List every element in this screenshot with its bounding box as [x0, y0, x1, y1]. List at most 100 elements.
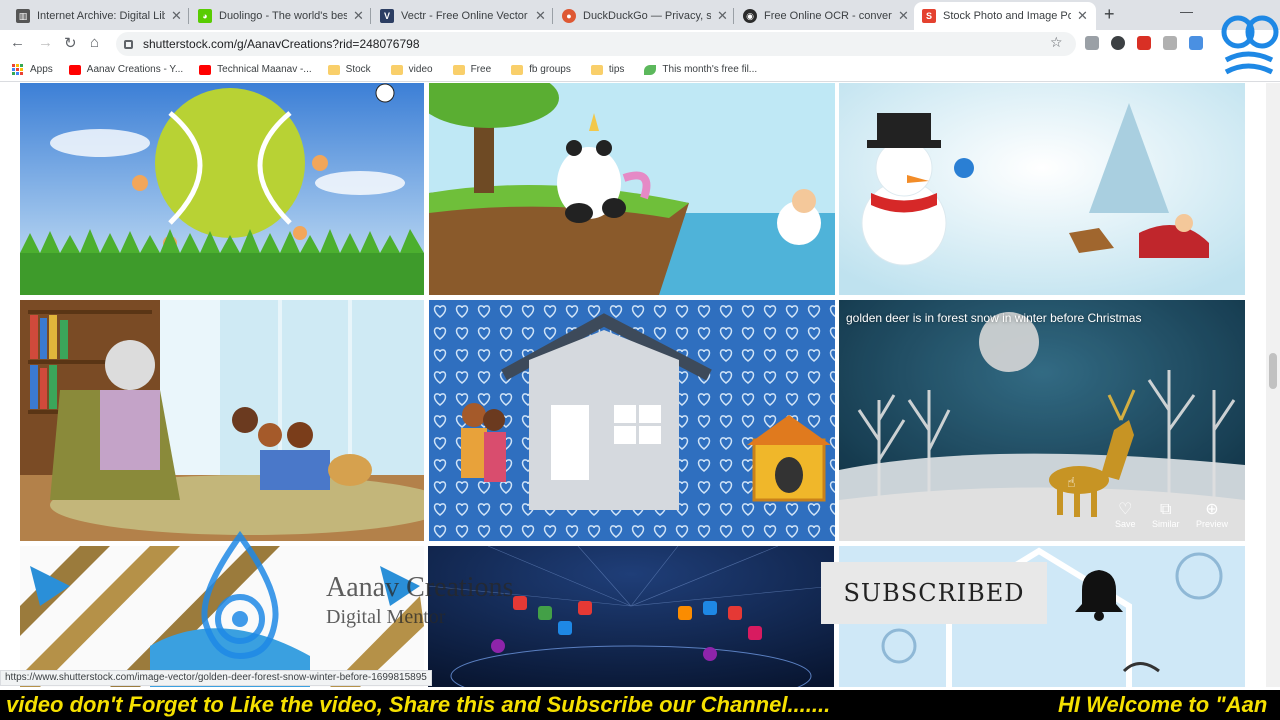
bookmark-label: Technical Maanav -...	[217, 64, 312, 75]
close-icon[interactable]: ✕	[171, 8, 182, 24]
close-icon[interactable]: ✕	[717, 8, 728, 24]
url-text: shutterstock.com/g/AanavCreations?rid=24…	[143, 37, 420, 51]
extension-icon[interactable]	[1085, 36, 1099, 50]
youtube-icon	[199, 64, 212, 75]
scrolling-ticker: video don't Forget to Like the video, Sh…	[0, 690, 1280, 720]
tab-duckduckgo[interactable]: ● DuckDuckGo — Privacy, simp ✕	[554, 2, 736, 30]
home-icon[interactable]: ⌂	[90, 34, 99, 51]
tab-title: Free Online OCR - convert PD	[764, 10, 892, 22]
heart-icon: ♡	[1118, 501, 1133, 518]
save-button[interactable]: ♡ Save	[1115, 501, 1136, 529]
bell-icon[interactable]	[1072, 566, 1126, 622]
channel-logo-icon	[1221, 15, 1279, 75]
archive-favicon-icon: ▥	[16, 9, 30, 23]
tab-internet-archive[interactable]: ▥ Internet Archive: Digital Libra ✕	[8, 2, 190, 30]
image-caption: golden deer is in forest snow in winter …	[846, 311, 1142, 325]
minimize-icon[interactable]: —	[1180, 4, 1193, 19]
grandma-family-illustration	[20, 300, 424, 541]
scrollbar-thumb[interactable]	[1269, 353, 1277, 389]
bookmark-label: Aanav Creations - Y...	[86, 64, 184, 75]
subscribed-button[interactable]: SUBSCRIBED	[821, 562, 1047, 624]
close-icon[interactable]: ✕	[1077, 8, 1088, 24]
folder-icon	[511, 64, 524, 75]
bookmark-label: This month's free fil...	[662, 64, 758, 75]
similar-label: Similar	[1152, 519, 1180, 529]
new-tab-icon[interactable]: +	[1104, 4, 1115, 25]
bookmark-item[interactable]: Stock	[327, 64, 371, 75]
save-label: Save	[1115, 519, 1136, 529]
folder-icon	[390, 64, 403, 75]
brand-tagline: Digital Mentor	[326, 606, 446, 628]
reload-icon[interactable]: ↻	[64, 34, 77, 52]
bookmark-label: Apps	[30, 64, 53, 75]
bookmark-item[interactable]: tips	[590, 64, 625, 75]
brand-name: Aanav Creations	[326, 572, 514, 603]
image-tile-golden-deer[interactable]: ☝	[839, 300, 1245, 541]
tab-title: DuckDuckGo — Privacy, simp	[583, 10, 711, 22]
image-tile-grandma-family[interactable]	[20, 300, 424, 541]
preview-button[interactable]: ⊕ Preview	[1196, 501, 1228, 529]
vectr-favicon-icon: V	[380, 9, 394, 23]
tab-vectr[interactable]: V Vectr - Free Online Vector Gr ✕	[372, 2, 554, 30]
preview-label: Preview	[1196, 519, 1229, 529]
bookmark-item[interactable]: Free	[452, 64, 492, 75]
tab-title: Stock Photo and Image Portf	[943, 10, 1071, 22]
image-tile-tennis-globe[interactable]	[20, 83, 424, 295]
bookmark-apps[interactable]: Apps	[12, 63, 53, 76]
bookmark-label: Stock	[345, 64, 371, 75]
bookmark-label: video	[408, 64, 433, 75]
tab-separator	[370, 8, 371, 24]
shutterstock-favicon-icon: S	[922, 9, 936, 23]
house-hearts-illustration	[429, 300, 835, 541]
bookmark-label: tips	[608, 64, 625, 75]
extension-iq-icon[interactable]	[1189, 36, 1203, 50]
extension-pocket-icon[interactable]	[1137, 36, 1151, 50]
lock-icon	[124, 39, 133, 49]
portfolio-grid: ☝ golden deer is in forest snow in winte…	[0, 83, 1266, 687]
image-tile-house-hearts[interactable]	[429, 300, 835, 541]
duolingo-favicon-icon: ◕	[198, 9, 212, 23]
address-bar[interactable]: shutterstock.com/g/AanavCreations?rid=24…	[116, 32, 1076, 56]
extension-pdf-icon[interactable]	[1163, 36, 1177, 50]
ticker-text-left: video don't Forget to Like the video, Sh…	[6, 692, 831, 717]
close-icon[interactable]: ✕	[898, 8, 909, 24]
close-icon[interactable]: ✕	[353, 8, 364, 24]
leaf-icon	[644, 64, 657, 75]
image-tile-snowman[interactable]	[839, 83, 1245, 295]
bookmark-item[interactable]: fb groups	[511, 64, 571, 75]
back-icon[interactable]: ←	[10, 34, 25, 51]
tab-title: Duolingo - The world's best	[219, 10, 347, 22]
bookmark-item[interactable]: video	[390, 64, 433, 75]
tennis-globe-illustration	[20, 83, 424, 295]
image-tile-panda-unicorn[interactable]	[429, 83, 835, 295]
golden-deer-illustration	[839, 300, 1245, 541]
forward-icon[interactable]: →	[38, 34, 53, 51]
tab-title: Internet Archive: Digital Libra	[37, 10, 165, 22]
mouse-cursor-icon: ☝	[1067, 474, 1076, 490]
panda-unicorn-illustration	[429, 83, 835, 295]
browser-toolbar: ← → ↻ ⌂ shutterstock.com/g/AanavCreation…	[0, 30, 1280, 58]
page-scrollbar[interactable]	[1266, 83, 1280, 687]
similar-button[interactable]: ⧉ Similar	[1152, 501, 1180, 529]
bookmarks-bar: Apps Aanav Creations - Y... Technical Ma…	[0, 58, 1280, 82]
bookmark-item[interactable]: Technical Maanav -...	[199, 64, 312, 75]
tab-shutterstock[interactable]: S Stock Photo and Image Portf ✕	[914, 2, 1096, 30]
tab-free-ocr[interactable]: ◉ Free Online OCR - convert PD ✕	[735, 2, 917, 30]
bookmark-label: Free	[470, 64, 492, 75]
extension-k-icon[interactable]	[1111, 36, 1125, 50]
folder-icon	[452, 64, 465, 75]
tab-separator	[552, 8, 553, 24]
tab-title: Vectr - Free Online Vector Gr	[401, 10, 529, 22]
tab-strip: ▥ Internet Archive: Digital Libra ✕ ◕ Du…	[0, 0, 1280, 30]
apps-grid-icon	[12, 63, 24, 76]
snowman-christmas-illustration	[839, 83, 1245, 295]
tab-separator	[188, 8, 189, 24]
bookmark-label: fb groups	[529, 64, 571, 75]
star-icon[interactable]: ☆	[1050, 34, 1063, 51]
duckduckgo-favicon-icon: ●	[562, 9, 576, 23]
image-tile-social-network[interactable]	[428, 546, 834, 687]
bookmark-item[interactable]: Aanav Creations - Y...	[68, 64, 184, 75]
bookmark-item[interactable]: This month's free fil...	[644, 64, 757, 75]
close-icon[interactable]: ✕	[535, 8, 546, 24]
tab-duolingo[interactable]: ◕ Duolingo - The world's best ✕	[190, 2, 372, 30]
